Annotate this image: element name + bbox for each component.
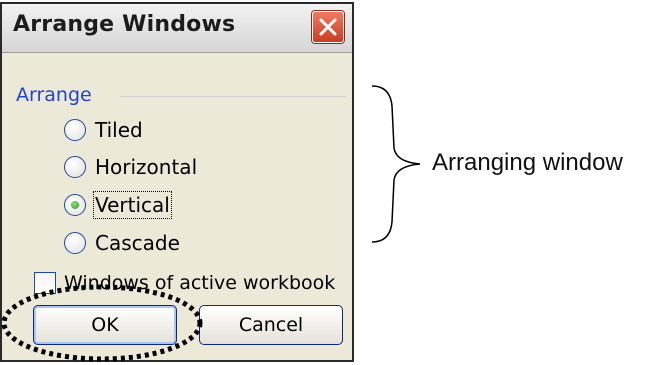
radio-button[interactable] [64, 156, 86, 178]
radio-button-selected[interactable] [64, 194, 86, 216]
radio-horizontal[interactable]: Horizontal [64, 152, 197, 182]
close-icon [319, 18, 337, 36]
annotation-label: Arranging window [432, 149, 623, 176]
radio-vertical[interactable]: Vertical [64, 190, 172, 220]
radio-button[interactable] [64, 232, 86, 254]
radio-tiled[interactable]: Tiled [64, 115, 143, 145]
radio-label-cascade: Cascade [95, 231, 180, 255]
group-divider [120, 96, 346, 97]
cancel-button[interactable]: Cancel [199, 305, 343, 345]
selected-dot-icon [71, 201, 79, 209]
arrange-group-label: Arrange [16, 84, 92, 106]
close-button[interactable] [312, 11, 344, 43]
title-bar[interactable]: Arrange Windows [2, 4, 352, 53]
radio-label-vertical: Vertical [93, 191, 172, 219]
radio-label-tiled: Tiled [95, 118, 143, 142]
dialog-title: Arrange Windows [13, 12, 236, 37]
radio-button[interactable] [64, 119, 86, 141]
radio-label-horizontal: Horizontal [95, 155, 198, 179]
highlight-oval-annotation [1, 284, 203, 362]
curly-brace-annotation [371, 85, 421, 243]
radio-cascade[interactable]: Cascade [64, 228, 180, 258]
